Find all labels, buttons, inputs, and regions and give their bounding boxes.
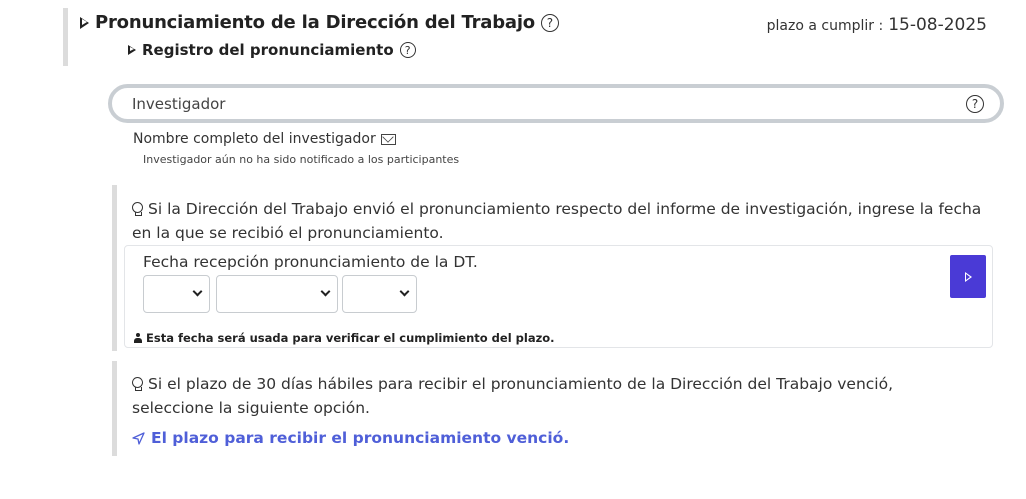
help-icon[interactable]: ? <box>966 94 984 113</box>
lightbulb-icon <box>132 377 143 391</box>
person-icon <box>134 333 142 343</box>
date-usage-note: Esta fecha será usada para verificar el … <box>134 331 555 345</box>
deadline-label: plazo a cumplir : <box>766 18 884 34</box>
caret-right-icon[interactable] <box>128 45 136 55</box>
chevron-down-icon <box>320 286 331 297</box>
day-select[interactable] <box>143 275 210 313</box>
expired-tip-text: Si el plazo de 30 días hábiles para reci… <box>132 375 894 417</box>
date-usage-note-text: Esta fecha será usada para verificar el … <box>146 331 555 345</box>
reception-tip: Si la Dirección del Trabajo envió el pro… <box>132 197 992 245</box>
investigator-name: Nombre completo del investigador <box>133 131 396 147</box>
month-select[interactable] <box>216 275 338 313</box>
caret-right-icon[interactable] <box>80 16 89 29</box>
deadline-expired-link-text: El plazo para recibir el pronunciamiento… <box>151 429 570 447</box>
help-icon[interactable]: ? <box>399 42 416 58</box>
investigator-input[interactable]: Investigador ? <box>108 84 1004 123</box>
send-icon <box>132 431 145 445</box>
section-title: Pronunciamiento de la Dirección del Trab… <box>95 12 535 33</box>
reception-tip-text: Si la Dirección del Trabajo envió el pro… <box>132 200 982 242</box>
reception-date-label: Fecha recepción pronunciamiento de la DT… <box>143 253 478 271</box>
reception-date-card: Fecha recepción pronunciamiento de la DT… <box>124 245 993 348</box>
subsection-title: Registro del pronunciamiento <box>142 41 394 59</box>
play-icon <box>964 271 972 282</box>
investigator-notice: Investigador aún no ha sido notificado a… <box>143 153 460 166</box>
investigator-placeholder: Investigador <box>132 94 226 113</box>
deadline-expired-link[interactable]: El plazo para recibir el pronunciamiento… <box>132 429 569 447</box>
chevron-down-icon <box>399 286 410 297</box>
subsection-header[interactable]: Registro del pronunciamiento ? <box>128 41 416 59</box>
section-header[interactable]: Pronunciamiento de la Dirección del Trab… <box>80 12 559 33</box>
year-select[interactable] <box>342 275 417 313</box>
chevron-down-icon <box>192 286 203 297</box>
submit-date-button[interactable] <box>950 255 986 298</box>
investigator-name-label: Nombre completo del investigador <box>133 131 376 147</box>
help-icon[interactable]: ? <box>540 13 559 32</box>
deadline-value: 15-08-2025 <box>888 15 987 35</box>
lightbulb-icon <box>132 202 143 216</box>
expired-tip: Si el plazo de 30 días hábiles para reci… <box>132 372 972 420</box>
section-accent-bar <box>63 8 68 66</box>
deadline: plazo a cumplir : 15-08-2025 <box>767 15 987 35</box>
envelope-icon <box>380 133 396 145</box>
